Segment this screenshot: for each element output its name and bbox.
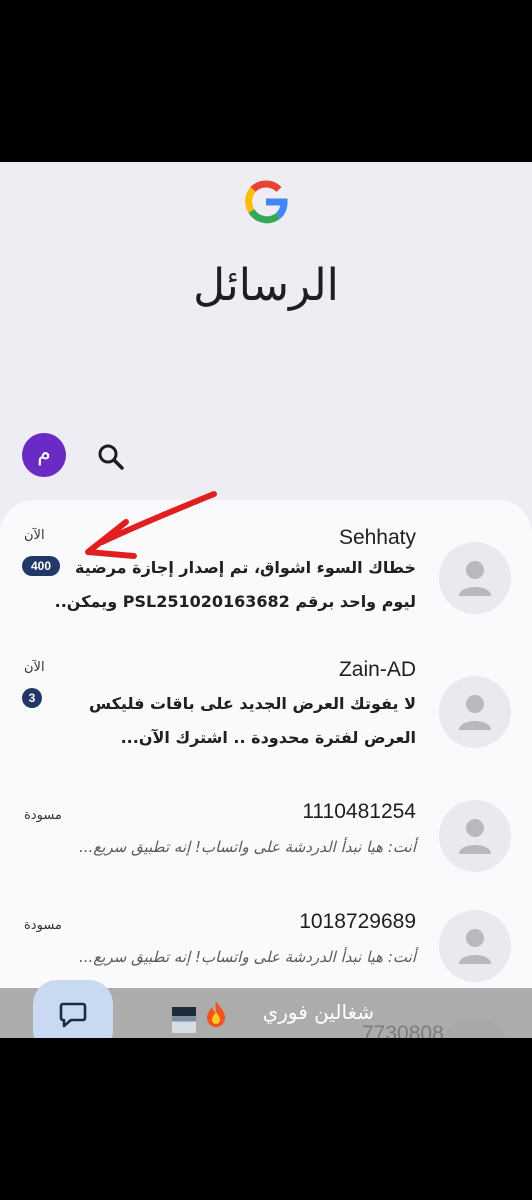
sticker-image xyxy=(172,1007,196,1033)
contact-avatar xyxy=(439,910,511,982)
bottom-black-bar xyxy=(0,1038,532,1200)
red-arrow-annotation xyxy=(85,491,217,559)
draft-label: مسودة xyxy=(24,808,62,823)
unread-badge: 3 xyxy=(22,688,42,708)
contact-avatar xyxy=(439,676,511,748)
contact-name: 1018729689 xyxy=(299,910,416,933)
message-preview: أنت: هيا نبدأ الدردشة على واتساب! إنه تط… xyxy=(79,838,416,856)
message-preview: أنت: هيا نبدأ الدردشة على واتساب! إنه تط… xyxy=(79,948,416,966)
conversation-list: Sehhaty الآن 400 خطاك السوء اشواق، تم إص… xyxy=(0,500,532,1038)
page-title: الرسائل xyxy=(193,260,339,311)
message-time: الآن xyxy=(24,660,45,675)
search-icon[interactable] xyxy=(96,442,126,472)
profile-avatar[interactable]: م xyxy=(22,433,66,477)
person-icon xyxy=(459,695,491,730)
person-icon xyxy=(459,929,491,964)
message-preview-line2: العرض لفترة محدودة .. اشترك الآن... xyxy=(120,728,416,747)
message-preview-line1: لا يفوتك العرض الجديد على باقات فليكس xyxy=(89,694,416,713)
top-black-bar xyxy=(0,0,532,162)
google-logo-icon xyxy=(245,180,288,224)
messages-screen: الرسائل م Sehhaty الآن 400 خطاك السوء اش… xyxy=(0,162,532,1038)
contact-name: Zain-AD xyxy=(338,658,416,681)
message-preview-line2: ليوم واحد برقم PSL251020163682 ويمكن.. xyxy=(54,592,416,611)
person-icon xyxy=(459,561,491,596)
chat-bubble-icon xyxy=(59,1002,87,1028)
contact-name: 1110481254 xyxy=(302,800,416,823)
person-icon xyxy=(459,819,491,854)
contact-avatar xyxy=(439,542,511,614)
fire-icon xyxy=(207,1001,225,1027)
contact-avatar xyxy=(439,800,511,872)
draft-label: مسودة xyxy=(24,918,62,933)
contact-name: Sehhaty xyxy=(338,526,416,549)
message-time: الآن xyxy=(24,528,45,543)
caption-text: شغالين فوري xyxy=(262,1000,374,1024)
unread-badge: 400 xyxy=(22,556,60,576)
